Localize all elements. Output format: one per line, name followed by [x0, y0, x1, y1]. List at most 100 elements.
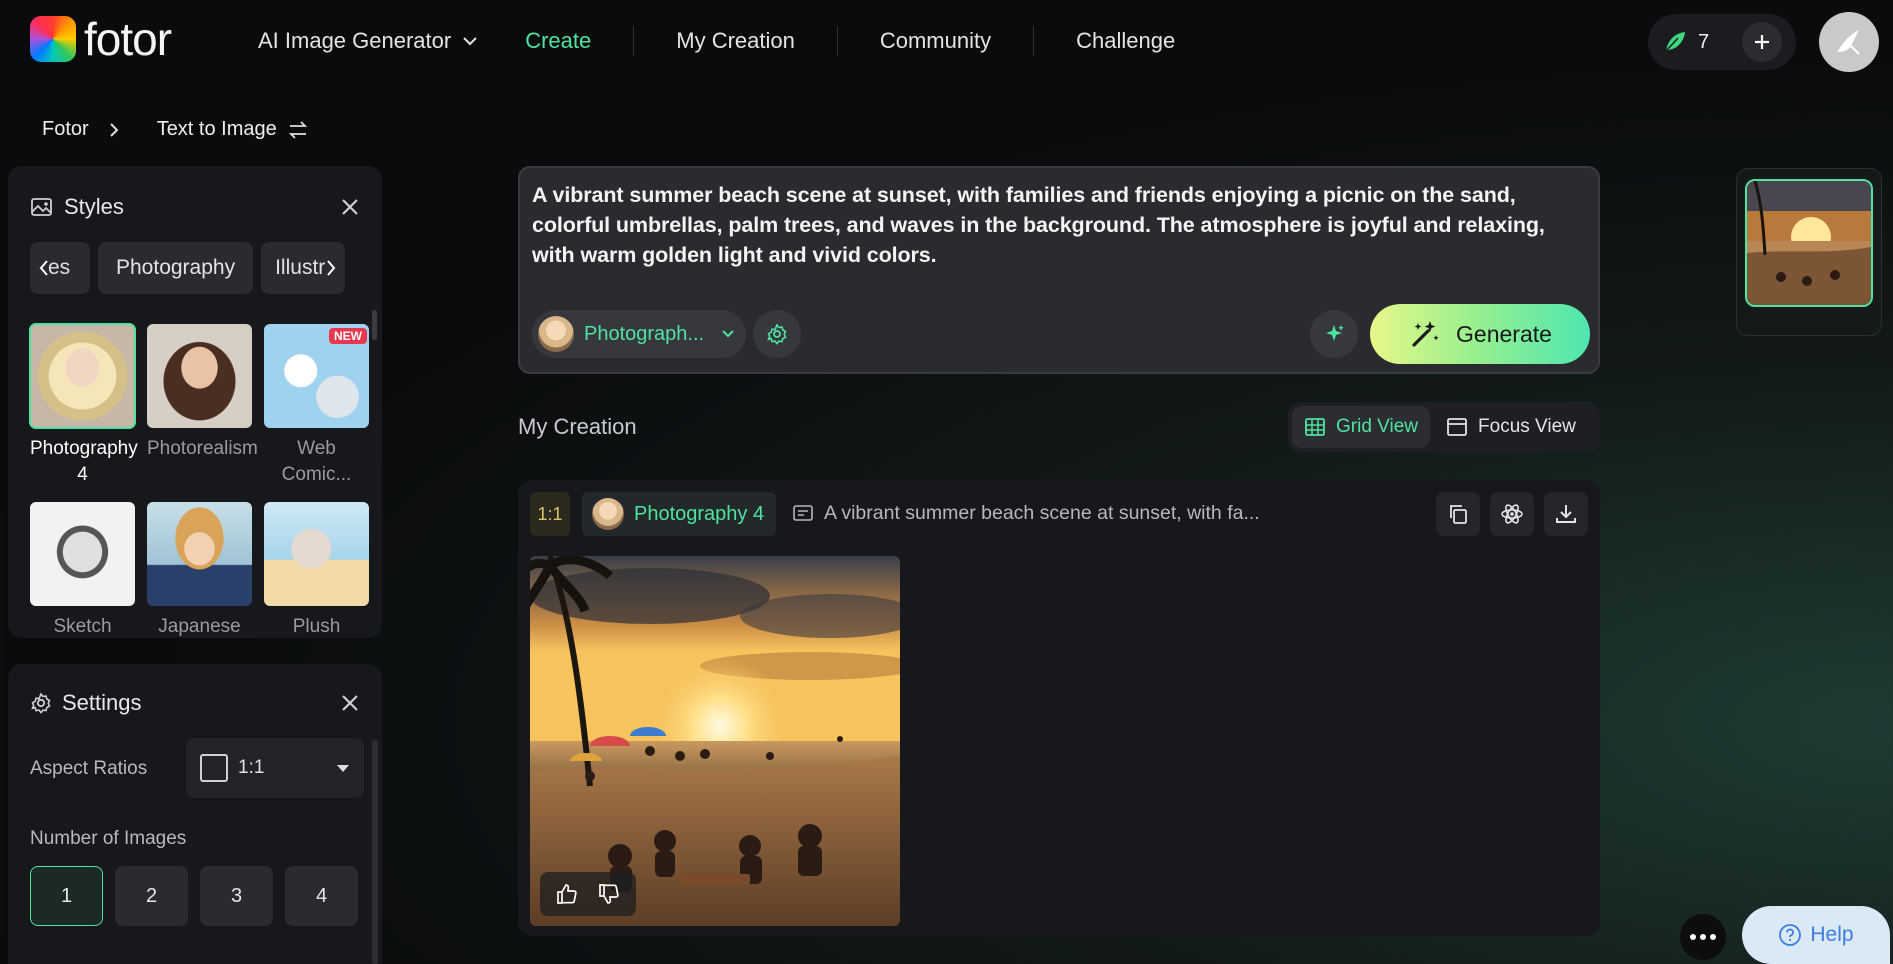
grid-view-button[interactable]: Grid View — [1292, 406, 1431, 448]
number-of-images-label: Number of Images — [30, 828, 187, 849]
nav-my-creation[interactable]: My Creation — [634, 24, 837, 58]
focus-view-icon — [1447, 418, 1467, 436]
bird-avatar-icon — [1837, 30, 1860, 55]
tab-illustration[interactable]: Illustr — [261, 242, 346, 294]
download-button[interactable] — [1544, 492, 1588, 536]
style-card-web-comic[interactable]: NEW Web Comic... — [264, 324, 369, 488]
feedback-buttons — [540, 872, 636, 916]
styles-scrollbar[interactable] — [372, 310, 377, 340]
beach-sunset-thumbnail — [1747, 181, 1871, 305]
style-card-photography-4[interactable]: Photography 4 — [29, 323, 138, 488]
reuse-settings-button[interactable] — [1490, 492, 1534, 536]
image-icon — [31, 198, 52, 216]
creation-prompt[interactable]: A vibrant summer beach scene at sunset, … — [792, 502, 1260, 525]
atom-icon — [1501, 504, 1523, 524]
image-count-2[interactable]: 2 — [115, 866, 188, 926]
chevron-right-icon[interactable] — [323, 258, 339, 278]
breadcrumb: Fotor Text to Image — [42, 118, 309, 141]
generate-button[interactable]: Generate — [1370, 304, 1590, 364]
chevron-down-icon — [722, 330, 734, 338]
nav-community[interactable]: Community — [838, 24, 1033, 58]
history-thumbnail[interactable] — [1745, 179, 1873, 307]
gear-icon — [767, 323, 787, 345]
settings-panel-title: Settings — [62, 690, 142, 715]
image-count-4[interactable]: 4 — [285, 866, 358, 926]
my-creation-title: My Creation — [518, 414, 637, 439]
breadcrumb-current-label: Text to Image — [156, 118, 277, 140]
top-navigation: AI Image Generator Create My Creation Co… — [258, 24, 1217, 58]
image-count-selector: 1 2 3 4 — [30, 866, 358, 926]
copy-button[interactable] — [1436, 492, 1480, 536]
breadcrumb-current[interactable]: Text to Image — [157, 118, 309, 141]
style-selector-label: Photograph... — [584, 322, 705, 345]
nav-ai-image-generator[interactable]: AI Image Generator — [258, 24, 525, 58]
grid-view-label: Grid View — [1336, 416, 1419, 437]
chevron-right-icon — [109, 122, 119, 137]
help-button[interactable]: Help — [1742, 906, 1890, 964]
focus-view-button[interactable]: Focus View — [1434, 406, 1588, 448]
close-icon[interactable] — [340, 693, 360, 713]
thumbs-down-icon[interactable] — [597, 882, 621, 906]
style-grid: Photography 4 Photorealism NEW Web Comic… — [29, 323, 376, 640]
dot-icon — [1690, 934, 1696, 940]
copy-icon — [1450, 505, 1467, 524]
advanced-settings-button[interactable] — [753, 310, 801, 358]
style-thumbnail — [30, 502, 135, 606]
chevron-left-icon[interactable] — [36, 258, 52, 278]
add-credits-button[interactable] — [1742, 22, 1782, 62]
focus-view-label: Focus View — [1478, 416, 1576, 437]
credits-count: 7 — [1698, 30, 1710, 53]
caret-down-icon — [337, 765, 349, 772]
style-name: Web Comic... — [281, 438, 352, 485]
style-card-plush[interactable]: Plush — [264, 502, 369, 640]
beach-sunset-image — [530, 556, 900, 926]
style-thumbnail: NEW — [264, 324, 369, 428]
new-badge: NEW — [329, 328, 367, 344]
user-avatar[interactable] — [1819, 12, 1879, 72]
prompt-textarea[interactable]: A vibrant summer beach scene at sunset, … — [532, 180, 1580, 270]
generate-label: Generate — [1456, 320, 1552, 347]
credits-widget[interactable]: 7 — [1648, 14, 1796, 70]
generated-image[interactable] — [530, 556, 900, 926]
close-icon[interactable] — [340, 197, 360, 217]
grid-icon — [1305, 418, 1325, 436]
aspect-ratio-select[interactable]: 1:1 — [186, 738, 364, 798]
breadcrumb-root[interactable]: Fotor — [42, 118, 89, 141]
enhance-prompt-button[interactable] — [1310, 310, 1358, 358]
style-card-photorealism[interactable]: Photorealism — [147, 324, 258, 488]
image-count-1[interactable]: 1 — [30, 866, 103, 926]
style-name: Japanese — [158, 616, 241, 637]
creation-actions — [1436, 492, 1588, 536]
model-avatar — [592, 498, 624, 530]
settings-panel: Settings Aspect Ratios 1:1 Number of Ima… — [8, 664, 382, 964]
help-label: Help — [1810, 923, 1854, 946]
tab-photography[interactable]: Photography — [98, 242, 254, 294]
sparkle-icon — [1326, 325, 1344, 341]
style-card-sketch[interactable]: Sketch — [30, 502, 135, 640]
thumbs-up-icon[interactable] — [555, 882, 579, 906]
model-label: Photography 4 — [634, 502, 765, 525]
sidebar-scrollbar[interactable] — [372, 740, 378, 964]
nav-challenge[interactable]: Challenge — [1034, 24, 1217, 58]
image-count-3[interactable]: 3 — [200, 866, 273, 926]
style-selector[interactable]: Photograph... — [532, 310, 746, 358]
dot-icon — [1710, 934, 1716, 940]
creation-prompt-text: A vibrant summer beach scene at sunset, … — [824, 502, 1260, 524]
gear-icon — [31, 692, 51, 714]
square-ratio-icon — [200, 754, 228, 782]
nav-label: AI Image Generator — [258, 28, 452, 53]
style-thumbnail — [147, 324, 252, 428]
creation-card: 1:1 Photography 4 A vibrant summer beach… — [518, 480, 1600, 936]
dot-icon — [1700, 934, 1706, 940]
more-options-button[interactable] — [1680, 914, 1726, 960]
style-name: Photography 4 — [30, 438, 138, 485]
nav-create[interactable]: Create — [525, 24, 633, 58]
tab-style-previous[interactable]: es — [30, 242, 90, 294]
style-name: Photorealism — [147, 438, 258, 459]
styles-panel-title: Styles — [64, 194, 124, 219]
ratio-chip: 1:1 — [530, 492, 570, 536]
switch-arrows-icon — [288, 120, 307, 139]
model-chip[interactable]: Photography 4 — [582, 492, 777, 536]
style-card-japanese[interactable]: Japanese — [147, 502, 252, 640]
fotor-logo[interactable]: fotor — [30, 16, 172, 62]
